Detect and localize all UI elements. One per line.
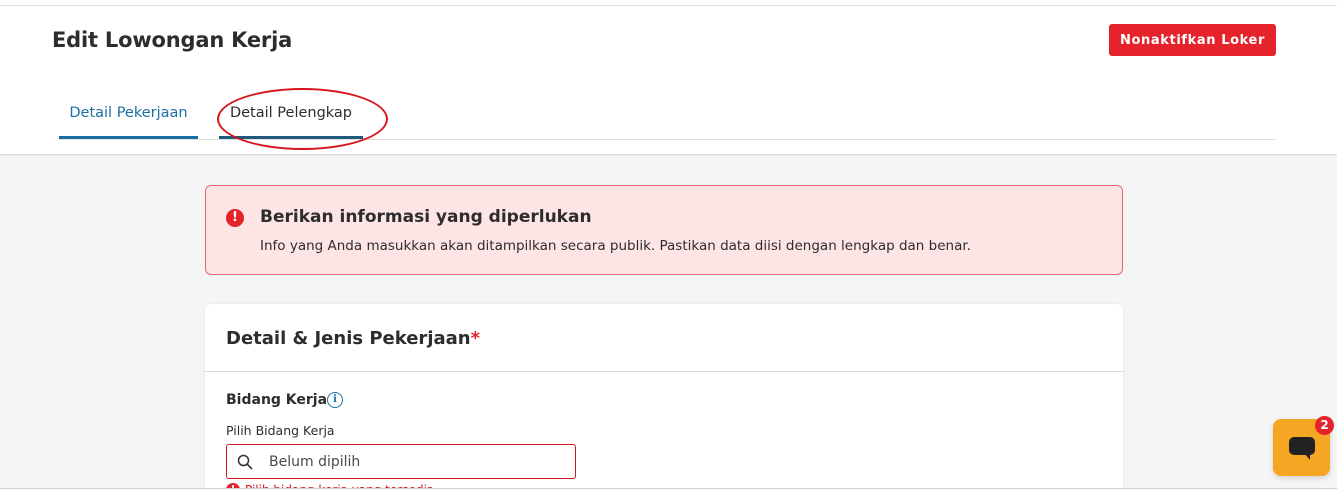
tab-detail-pelengkap[interactable]: Detail Pelengkap <box>219 94 363 139</box>
section-title-text: Detail & Jenis Pekerjaan <box>226 328 471 349</box>
bottom-strip <box>0 488 1337 495</box>
bidang-kerja-search[interactable] <box>226 444 576 479</box>
deactivate-job-button[interactable]: Nonaktifkan Loker <box>1109 24 1276 56</box>
tab-bar: Detail Pekerjaan Detail Pelengkap <box>59 94 1276 140</box>
chat-notification-badge: 2 <box>1315 416 1334 435</box>
alert-description: Info yang Anda masukkan akan ditampilkan… <box>260 238 971 254</box>
required-mark: * <box>470 328 481 349</box>
search-icon <box>237 454 253 470</box>
tab-label: Detail Pelengkap <box>229 105 353 121</box>
section-title: Detail & Jenis Pekerjaan* <box>226 328 480 349</box>
page-title: Edit Lowongan Kerja <box>52 28 293 52</box>
info-icon[interactable]: i <box>327 392 343 408</box>
alert-title: Berikan informasi yang diperlukan <box>260 207 592 227</box>
field-label-bidang-kerja: Bidang Kerja <box>226 392 328 408</box>
alert-icon: ! <box>226 209 244 227</box>
tab-label: Detail Pekerjaan <box>69 105 188 121</box>
tab-detail-pekerjaan[interactable]: Detail Pekerjaan <box>59 94 198 139</box>
divider <box>205 371 1123 372</box>
field-sublabel: Pilih Bidang Kerja <box>226 423 335 438</box>
chat-bubble-icon <box>1289 437 1315 460</box>
job-detail-card: Detail & Jenis Pekerjaan* Bidang Kerja i… <box>205 304 1123 495</box>
page-header: Edit Lowongan Kerja Nonaktifkan Loker De… <box>0 6 1337 155</box>
bidang-kerja-input[interactable] <box>269 445 569 478</box>
info-alert: ! Berikan informasi yang diperlukan Info… <box>205 185 1123 275</box>
